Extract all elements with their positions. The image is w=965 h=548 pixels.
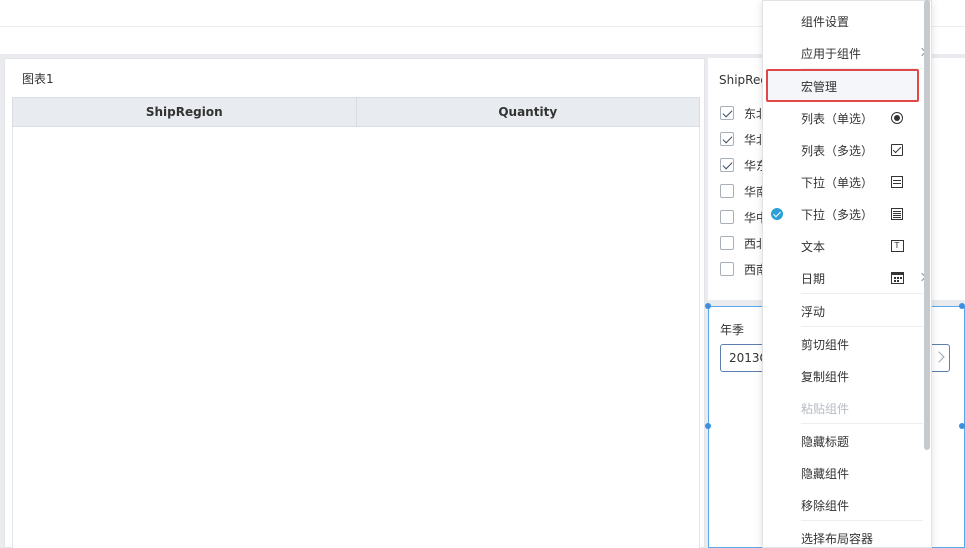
menu-item-label: 列表（单选） [801,111,874,126]
table-header: ShipRegion Quantity [12,97,700,127]
column-header-shipregion[interactable]: ShipRegion [13,98,356,126]
menu-item-text[interactable]: 文本 T [763,230,931,262]
menu-item-label: 下拉（多选） [801,207,874,222]
text-icon: T [890,240,904,252]
menu-item-remove-component[interactable]: 移除组件 [763,489,931,521]
menu-item-select-layout-container[interactable]: 选择布局容器 [763,522,931,548]
resize-handle[interactable] [705,303,711,309]
menu-item-label: 文本 [801,239,826,254]
checkbox[interactable] [720,106,734,120]
menu-item-label: 隐藏组件 [801,466,850,481]
menu-item-float[interactable]: 浮动 [763,295,931,327]
menu-item-label: 粘贴组件 [801,401,850,416]
filter-option[interactable]: 华南 [720,178,768,204]
menu-item-component-settings[interactable]: 组件设置 [763,5,931,37]
menu-item-list-multi[interactable]: 列表（多选） [763,134,931,166]
checkbox[interactable] [720,132,734,146]
menu-item-label: 下拉（单选） [801,175,874,190]
year-quarter-label: 年季 [720,323,745,337]
checkbox[interactable] [720,236,734,250]
filter-option[interactable]: 东北 [720,100,768,126]
dropdown-multi-icon [891,208,903,220]
menu-item-hide-title[interactable]: 隐藏标题 [763,425,931,457]
radio-icon [891,112,903,124]
resize-handle[interactable] [705,423,711,429]
menu-item-dropdown-single[interactable]: 下拉（单选） [763,166,931,198]
checkbox[interactable] [720,158,734,172]
menu-item-list-single[interactable]: 列表（单选） [763,102,931,134]
menu-item-label: 隐藏标题 [801,434,850,449]
menu-item-copy-component[interactable]: 复制组件 [763,360,931,392]
filter-option[interactable]: 华中 [720,204,768,230]
filter-option[interactable]: 华北 [720,126,768,152]
menu-item-apply-to-component[interactable]: 应用于组件 [763,37,931,69]
selected-check-icon [771,208,783,220]
menu-item-date[interactable]: 日期 [763,262,931,294]
menu-item-label: 选择布局容器 [801,531,874,546]
menu-item-macro-management[interactable]: 宏管理 [763,70,931,102]
table-body [12,127,700,548]
menu-item-label: 宏管理 [801,79,838,94]
menu-item-label: 移除组件 [801,498,850,513]
resize-handle[interactable] [959,423,965,429]
menu-item-label: 组件设置 [801,14,850,29]
menu-item-label: 剪切组件 [801,337,850,352]
resize-handle[interactable] [959,303,965,309]
filter-option[interactable]: 华东 [720,152,768,178]
menu-item-label: 浮动 [801,304,826,319]
dropdown-single-icon [891,176,903,188]
table-widget[interactable]: 图表1 ShipRegion Quantity [4,58,705,548]
chevron-down-icon [933,351,945,363]
menu-item-cut-component[interactable]: 剪切组件 [763,328,931,360]
menu-item-label: 应用于组件 [801,46,862,61]
table-widget-title: 图表1 [22,72,54,86]
menu-item-paste-component: 粘贴组件 [763,392,931,424]
checkbox-icon [891,144,903,156]
checkbox[interactable] [720,184,734,198]
filter-option[interactable]: 西北 [720,230,768,256]
menu-item-dropdown-multi[interactable]: 下拉（多选） [763,198,931,230]
calendar-icon [890,272,904,284]
menu-scrollbar[interactable] [924,0,930,450]
column-header-quantity[interactable]: Quantity [355,98,700,126]
filter-option[interactable]: 西南 [720,256,768,282]
filter-checkbox-list: 东北 华北 华东 华南 华中 西北 西南 [720,100,768,282]
menu-item-hide-component[interactable]: 隐藏组件 [763,457,931,489]
menu-item-label: 列表（多选） [801,143,874,158]
checkbox[interactable] [720,262,734,276]
checkbox[interactable] [720,210,734,224]
menu-item-label: 复制组件 [801,369,850,384]
menu-item-label: 日期 [801,271,826,286]
